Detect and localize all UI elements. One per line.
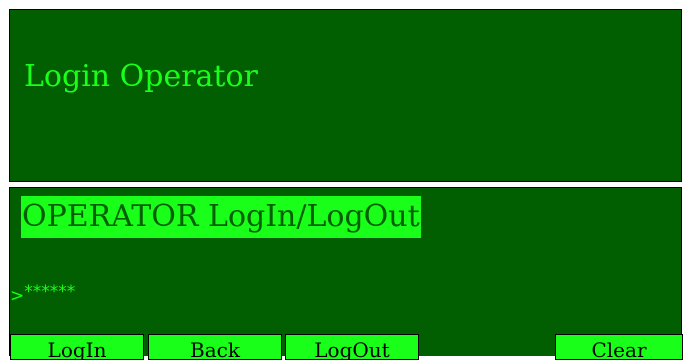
prompt-caret: >	[10, 286, 25, 306]
operator-panel: OPERATOR LogIn/LogOut >****** LogIn Back…	[9, 187, 683, 360]
password-value: ******	[24, 282, 76, 302]
login-button[interactable]: LogIn	[10, 334, 144, 360]
password-field[interactable]: >******	[10, 282, 76, 305]
screen-title: Login Operator	[24, 59, 258, 94]
back-button[interactable]: Back	[148, 334, 282, 360]
operator-banner: OPERATOR LogIn/LogOut	[21, 196, 421, 238]
logout-button[interactable]: LogOut	[285, 334, 419, 360]
clear-button[interactable]: Clear	[555, 334, 683, 360]
title-panel: Login Operator	[9, 9, 682, 182]
